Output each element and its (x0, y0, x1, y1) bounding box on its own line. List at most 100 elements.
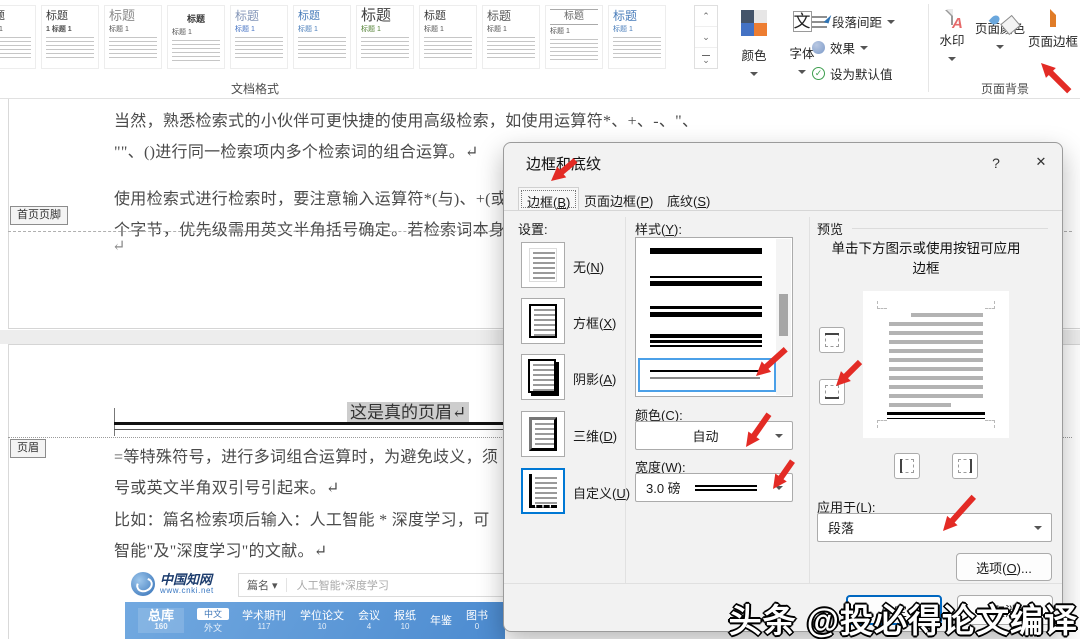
left-border-button[interactable] (894, 453, 920, 479)
style-gallery-item[interactable]: 标题标题 1 (419, 5, 477, 69)
chevron-down-icon (798, 70, 806, 74)
help-button[interactable]: ? (984, 151, 1008, 175)
group-separator (928, 4, 929, 92)
group-label-document-formatting: 文档格式 (120, 80, 390, 97)
setting-none-label: 无(N) (573, 257, 604, 276)
body-text-line: =等特殊符号，进行多词组合运算时，为避免歧义，须 (114, 443, 498, 467)
word-window: 当然，熟悉检索式的小伙伴可更快捷的使用高级检索，如使用运算符*、+、-、"、 "… (0, 0, 1080, 639)
preview-guide (985, 420, 995, 428)
width-line-sample (695, 483, 757, 493)
settings-label: 设置: (518, 219, 548, 238)
setting-none[interactable] (521, 242, 565, 288)
watermark-button[interactable]: A 水印 (932, 10, 972, 63)
style-gallery-item[interactable]: 标题标题 1 (482, 5, 540, 69)
setting-3d[interactable] (521, 411, 565, 457)
style-gallery-item[interactable]: 标题标题 1 (230, 5, 288, 69)
divider (852, 228, 1048, 229)
tab-page-border[interactable]: 页面边框(P) (576, 187, 661, 211)
close-icon[interactable]: ✕ (1026, 148, 1056, 176)
page-borders-button[interactable]: 页面边框 (1026, 10, 1080, 50)
style-gallery-item[interactable]: 标题标题 1 (104, 5, 162, 69)
body-text-line: ""、()进行同一检索项内多个检索词的组合运算。↵ (114, 138, 479, 162)
colors-icon (741, 10, 767, 36)
cnki-search-field-select: 篇名 ▾ (239, 577, 286, 593)
style-list-scrollbar[interactable] (776, 239, 791, 395)
header-tag: 页眉 (10, 439, 46, 458)
gallery-more-button[interactable]: ⌄ (695, 48, 717, 68)
setting-custom-label: 自定义(U) (573, 483, 630, 502)
chevron-down-icon (887, 20, 895, 24)
divider (504, 210, 1062, 211)
preview-label: 预览 (817, 219, 843, 238)
toutiao-watermark: 头条 @投必得论文编译 (729, 594, 1078, 639)
style-gallery-item[interactable]: 标题标题 1 (356, 5, 414, 69)
preview-canvas[interactable] (863, 291, 1009, 438)
style-option[interactable] (650, 306, 762, 317)
effects-icon (812, 41, 825, 54)
style-gallery-item[interactable]: 标题标题 1 (608, 5, 666, 69)
cnki-nav-item: 学位论文10 (300, 610, 344, 631)
options-button[interactable]: 选项(O)... (956, 553, 1052, 581)
style-gallery-item[interactable]: 标题标题 1 (293, 5, 351, 69)
style-gallery-item[interactable]: 标题标题 1 (167, 5, 225, 69)
setting-shadow-label: 阴影(A) (573, 369, 616, 388)
gallery-scroll-down-button[interactable]: ⌄ (695, 27, 717, 48)
style-label: 样式(Y): (635, 219, 682, 238)
embedded-cnki-screenshot[interactable]: 中国知网 www.cnki.net 篇名 ▾ 人工智能*深度学习 总库160 中… (125, 568, 505, 639)
header-border-thin (114, 429, 503, 430)
preview-text-line (889, 403, 951, 407)
preview-text-line (911, 313, 983, 317)
gallery-scroll-up-button[interactable]: ⌃ (695, 6, 717, 27)
effects-button[interactable]: 效果 (812, 38, 868, 57)
style-gallery-item[interactable]: 标题1 标题 1 (41, 5, 99, 69)
divider (809, 217, 810, 583)
apply-to-dropdown[interactable]: 段落 (817, 513, 1052, 542)
tab-borders[interactable]: 边框(B) (518, 187, 579, 211)
preview-text-line (889, 340, 983, 344)
cnki-nav-item: 学术期刊117 (242, 610, 286, 631)
setting-custom[interactable] (521, 468, 565, 514)
page-color-button[interactable]: 页面颜色 (973, 11, 1027, 51)
setting-box-label: 方框(X) (573, 313, 616, 332)
preview-text-line (889, 358, 983, 362)
paragraph-spacing-icon (812, 16, 827, 28)
body-text-line: 智能"及"深度学习"的文献。↵ (114, 537, 328, 561)
set-as-default-button[interactable]: ✓ 设为默认值 (812, 64, 893, 83)
cnki-nav-item: 会议4 (358, 610, 380, 631)
scrollbar-thumb[interactable] (779, 294, 788, 336)
cnki-nav-item: 年鉴 (430, 615, 452, 627)
chevron-down-icon (860, 46, 868, 50)
page-borders-icon (1050, 7, 1056, 27)
preview-text-line (889, 322, 983, 326)
cnki-logo-icon (131, 572, 155, 596)
cnki-lang-toggle: 中文 外文 (197, 608, 229, 634)
style-gallery-item[interactable]: 标题标题 1 (545, 5, 603, 69)
style-option[interactable] (650, 334, 762, 347)
cnki-site-url: www.cnki.net (160, 586, 214, 595)
preview-guide (985, 301, 995, 309)
setting-box[interactable] (521, 298, 565, 344)
body-text-line: 当然，熟悉检索式的小伙伴可更快捷的使用高级检索，如使用运算符*、+、-、"、 (114, 107, 698, 131)
preview-text-line (889, 367, 983, 371)
right-border-button[interactable] (952, 453, 978, 479)
setting-shadow[interactable] (521, 354, 565, 400)
body-text-line: 比如：篇名检索项后输入：人工智能 * 深度学习，可 (114, 506, 490, 530)
paragraph-spacing-button[interactable]: 段落间距 (812, 12, 895, 31)
style-option[interactable] (650, 276, 762, 286)
body-text-line: 号或英文半角双引号引起来。↵ (114, 474, 340, 498)
width-dropdown[interactable]: 3.0 磅 (635, 473, 793, 502)
divider (504, 583, 1062, 584)
theme-colors-button[interactable]: 颜色 (733, 10, 775, 78)
chevron-down-icon (1034, 526, 1042, 530)
check-circle-icon: ✓ (812, 67, 825, 80)
top-border-button[interactable] (819, 327, 845, 353)
preview-text-line (889, 331, 983, 335)
cnki-logo: 中国知网 www.cnki.net (131, 572, 214, 596)
ribbon: 标题标题 1 标题1 标题 1 标题标题 1 标题标题 1 标题标题 1 标题标… (0, 0, 1080, 99)
first-page-footer-tag: 首页页脚 (10, 206, 68, 225)
style-gallery-item[interactable]: 标题标题 1 (0, 5, 36, 69)
setting-3d-label: 三维(D) (573, 426, 617, 445)
style-option[interactable] (650, 248, 762, 254)
tab-shading[interactable]: 底纹(S) (659, 187, 718, 211)
preview-bottom-border-thick (887, 412, 985, 415)
